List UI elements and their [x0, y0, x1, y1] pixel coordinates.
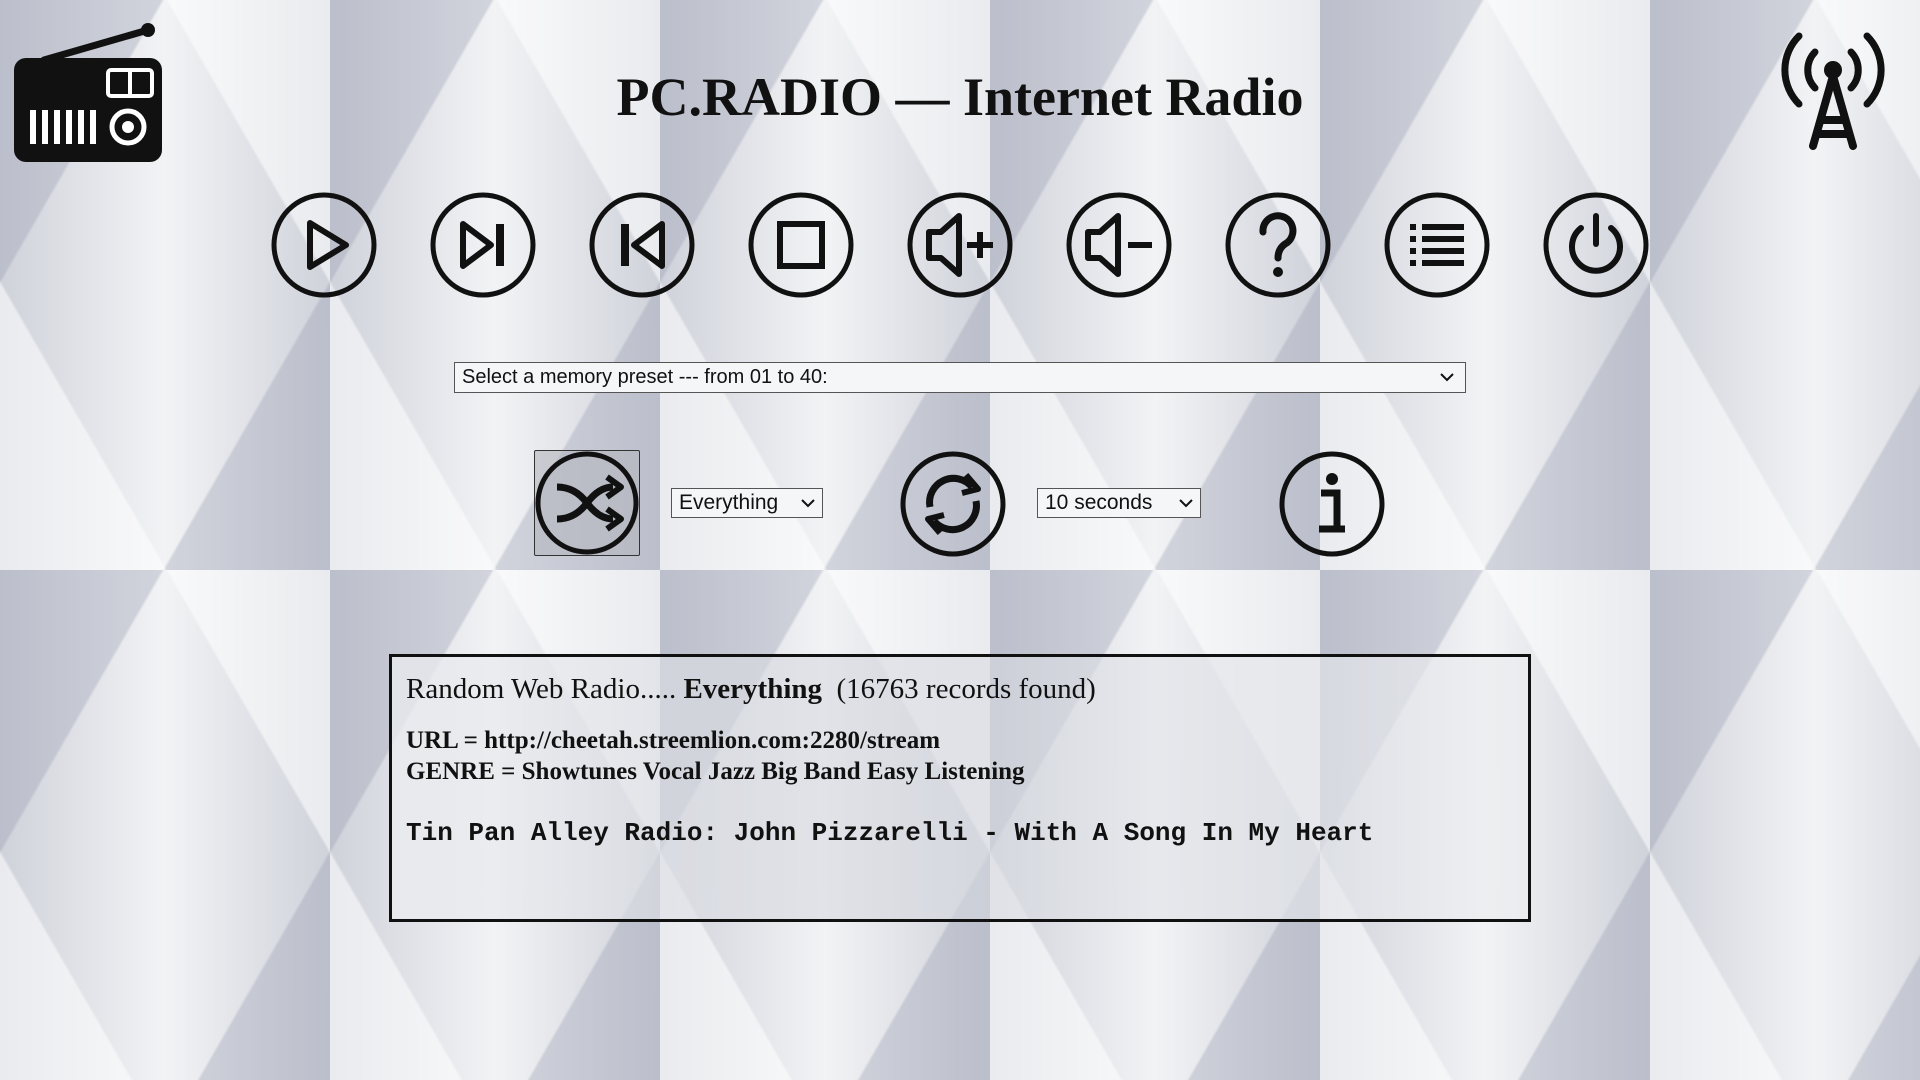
random-prefix: Random Web Radio.....	[406, 673, 677, 705]
list-button[interactable]	[1384, 192, 1490, 298]
skip-previous-icon	[589, 192, 695, 298]
stop-button[interactable]	[748, 192, 854, 298]
info-button[interactable]	[1279, 451, 1385, 557]
refresh-interval-select[interactable]: 10 seconds	[1037, 488, 1201, 518]
chevron-down-icon	[1179, 499, 1193, 508]
refresh-button[interactable]	[900, 451, 1006, 557]
list-icon	[1384, 192, 1490, 298]
record-count: (16763 records found)	[836, 673, 1096, 705]
help-button[interactable]	[1225, 192, 1331, 298]
play-icon	[271, 192, 377, 298]
info-icon	[1279, 451, 1385, 557]
chevron-down-icon	[1440, 373, 1454, 382]
refresh-interval-value: 10 seconds	[1045, 491, 1153, 514]
shuffle-button[interactable]	[534, 450, 640, 556]
control-bar	[0, 192, 1920, 302]
volume-up-button[interactable]	[907, 192, 1013, 298]
help-icon	[1225, 192, 1331, 298]
volume-down-button[interactable]	[1066, 192, 1172, 298]
volume-down-icon	[1066, 192, 1172, 298]
now-playing: Tin Pan Alley Radio: John Pizzarelli - W…	[406, 818, 1374, 848]
genre-select[interactable]: Everything	[671, 488, 823, 518]
random-genre: Everything	[683, 673, 823, 705]
shuffle-icon	[535, 451, 639, 555]
power-icon	[1543, 192, 1649, 298]
station-meta: URL = http://cheetah.streemlion.com:2280…	[406, 725, 1514, 787]
skip-next-icon	[430, 192, 536, 298]
previous-button[interactable]	[589, 192, 695, 298]
play-button[interactable]	[271, 192, 377, 298]
chevron-down-icon	[801, 499, 815, 508]
genre-select-value: Everything	[679, 491, 779, 514]
random-status-line: Random Web Radio..... Everything (16763 …	[406, 671, 1514, 707]
stop-icon	[748, 192, 854, 298]
stream-url: URL = http://cheetah.streemlion.com:2280…	[406, 727, 941, 754]
next-button[interactable]	[430, 192, 536, 298]
memory-preset-select[interactable]: Select a memory preset --- from 01 to 40…	[454, 362, 1466, 393]
station-info-panel: Random Web Radio..... Everything (16763 …	[389, 654, 1531, 922]
memory-preset-value: Select a memory preset --- from 01 to 40…	[462, 366, 828, 388]
volume-up-icon	[907, 192, 1013, 298]
power-button[interactable]	[1543, 192, 1649, 298]
page-title: PC.RADIO — Internet Radio	[616, 67, 1304, 127]
stream-genre: GENRE = Showtunes Vocal Jazz Big Band Ea…	[406, 758, 1025, 785]
refresh-icon	[900, 451, 1006, 557]
